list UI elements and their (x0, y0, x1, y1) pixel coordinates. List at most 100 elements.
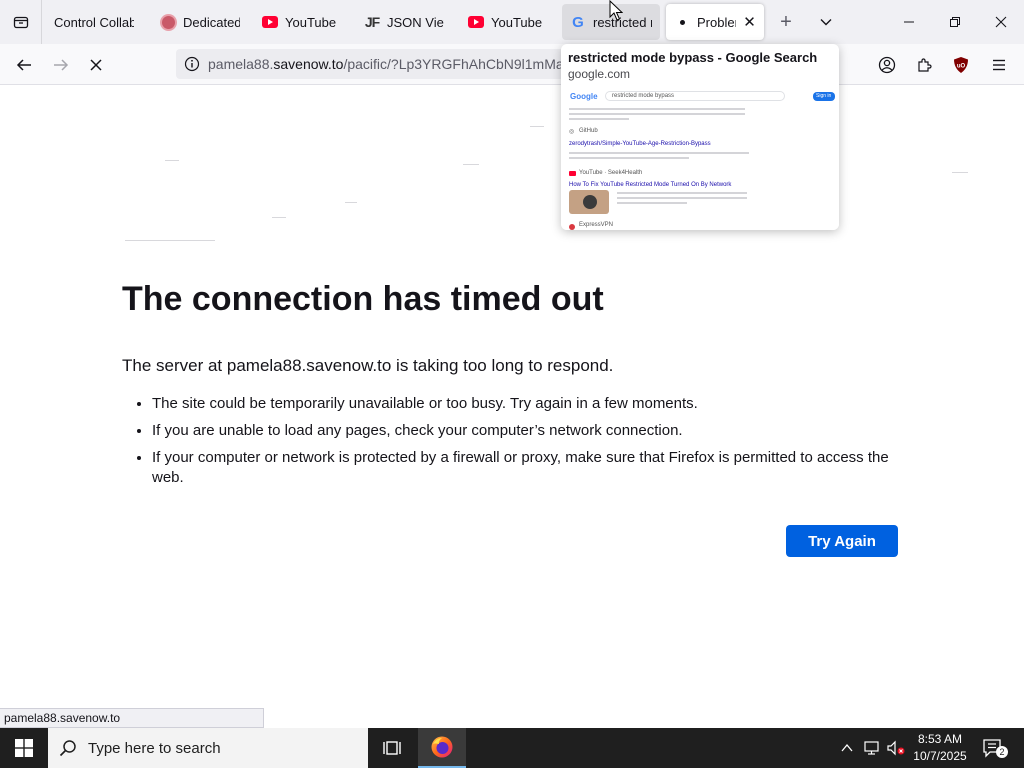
minimize-button[interactable] (886, 0, 932, 44)
text-line (569, 152, 749, 154)
tab-dedicated[interactable]: Dedicated (152, 4, 248, 40)
navigation-toolbar: pamela88.savenow.to/pacific/?Lp3YRGFhAhC… (0, 44, 1024, 85)
taskbar-firefox-button[interactable] (418, 728, 466, 768)
hamburger-icon (993, 59, 1005, 71)
forward-arrow-icon (54, 59, 69, 71)
preview-thumbnail: Google restricted mode bypass Sign in ◎ … (561, 88, 839, 230)
restore-icon (950, 17, 960, 27)
text-line (569, 157, 689, 159)
close-window-button[interactable] (978, 0, 1024, 44)
google-logo: Google (570, 92, 598, 101)
show-hidden-icons-button[interactable] (836, 728, 858, 768)
preview-search-box: restricted mode bypass (605, 91, 785, 101)
account-button[interactable] (872, 50, 902, 80)
menu-button[interactable] (984, 50, 1014, 80)
tab-label: YouTube (285, 14, 337, 30)
preview-result1-title: zerodytrash/Simple-YouTube-Age-Restricti… (569, 141, 711, 147)
tab-control-collabo[interactable]: Control Collabo (46, 4, 142, 40)
error-title: The connection has timed out (122, 280, 604, 318)
suggestion-item: If you are unable to load any pages, che… (152, 421, 902, 441)
suggestion-item: The site could be temporarily unavailabl… (152, 394, 902, 414)
preview-signin-button: Sign in (813, 92, 835, 101)
action-center-button[interactable]: 2 (978, 728, 1012, 768)
back-button[interactable] (9, 50, 39, 80)
jf-icon: JF (364, 14, 380, 30)
tab-bar: Control Collabo Dedicated YouTube JF JSO… (0, 0, 1024, 44)
tab-problem[interactable]: Problem ✕ (666, 4, 764, 40)
github-icon: ◎ (569, 129, 575, 135)
decorative-speck (272, 217, 286, 218)
network-button[interactable] (860, 728, 884, 768)
error-description: The server at pamela88.savenow.to is tak… (122, 356, 614, 375)
minimize-icon (904, 21, 914, 23)
decorative-speck (952, 172, 968, 173)
preview-query: restricted mode bypass (612, 93, 675, 99)
list-all-tabs-button[interactable] (812, 8, 840, 36)
try-again-button[interactable]: Try Again (786, 525, 898, 557)
extensions-button[interactable] (909, 50, 939, 80)
ublock-shield-icon: uO (954, 57, 968, 73)
youtube-icon (468, 14, 484, 30)
tab-json-viewer[interactable]: JF JSON Viewer (356, 4, 452, 40)
notification-icon: 2 (983, 739, 1008, 758)
svg-text:uO: uO (957, 64, 966, 70)
clock-date: 10/7/2025 (913, 749, 967, 763)
tab-label: Dedicated (183, 14, 240, 30)
preview-signin-label: Sign in (816, 93, 832, 99)
decorative-speck (165, 160, 179, 161)
volume-button[interactable] (884, 728, 908, 768)
tab-label: Problem (697, 14, 736, 30)
close-tab-icon[interactable]: ✕ (743, 13, 756, 31)
url-path: /pacific/?Lp3YRGFhAhCbN9l1mMaw (343, 56, 574, 72)
url-text: pamela88.savenow.to/pacific/?Lp3YRGFhAhC… (208, 56, 574, 72)
suggestion-item: If your computer or network is protected… (152, 448, 902, 488)
taskbar-search-box[interactable]: Type here to search (48, 728, 368, 768)
url-prefix: pamela88. (208, 56, 274, 72)
chevron-down-icon (820, 19, 832, 26)
restore-button[interactable] (932, 0, 978, 44)
forward-button[interactable] (46, 50, 76, 80)
firefox-view-icon (13, 16, 28, 29)
search-icon (48, 739, 88, 757)
tab-youtube-1[interactable]: YouTube (254, 4, 352, 40)
mouse-cursor-icon (609, 0, 623, 21)
google-icon: G (572, 13, 584, 31)
cog-icon (160, 14, 176, 30)
back-arrow-icon (16, 59, 31, 71)
new-tab-button[interactable]: + (772, 8, 800, 36)
decorative-speck (345, 202, 357, 203)
chevron-up-icon (841, 743, 853, 752)
video-thumbnail-image (569, 190, 609, 214)
start-button[interactable] (0, 728, 48, 768)
stop-button[interactable] (81, 50, 111, 80)
tab-label: YouTube (491, 14, 543, 30)
firefox-view-button[interactable] (0, 0, 42, 44)
tab-label: JSON Viewer (387, 14, 444, 30)
network-icon (864, 741, 879, 755)
text-line (617, 192, 747, 194)
clock-time: 8:53 AM (917, 732, 963, 746)
search-placeholder: Type here to search (88, 739, 221, 757)
preview-title: restricted mode bypass - Google Search (568, 50, 818, 65)
task-view-button[interactable] (368, 728, 416, 768)
tab-youtube-2[interactable]: YouTube (460, 4, 556, 40)
url-host: savenow.to (273, 56, 344, 72)
firefox-icon (431, 736, 453, 758)
preview-result2-title: How To Fix YouTube Restricted Mode Turne… (569, 182, 732, 188)
taskbar-clock[interactable]: 8:53 AM 10/7/2025 (908, 731, 972, 765)
windows-taskbar: Type here to search 8:53 AM 10/7/2025 2 (0, 728, 1024, 768)
tab-preview-popup: restricted mode bypass - Google Search g… (561, 44, 839, 230)
text-line (569, 108, 745, 110)
site-info-icon[interactable] (176, 56, 208, 72)
error-suggestions-list: The site could be temporarily unavailabl… (122, 394, 902, 495)
text-line (617, 197, 747, 199)
decorative-speck (125, 240, 215, 241)
youtube-icon (262, 14, 278, 30)
windows-logo-icon (15, 739, 33, 757)
ublock-origin-button[interactable]: uO (946, 50, 976, 80)
volume-muted-icon (887, 740, 905, 756)
text-line (617, 202, 687, 204)
loading-dot-icon (674, 14, 690, 30)
text-line (569, 118, 629, 120)
preview-result1-source: GitHub (579, 128, 598, 134)
